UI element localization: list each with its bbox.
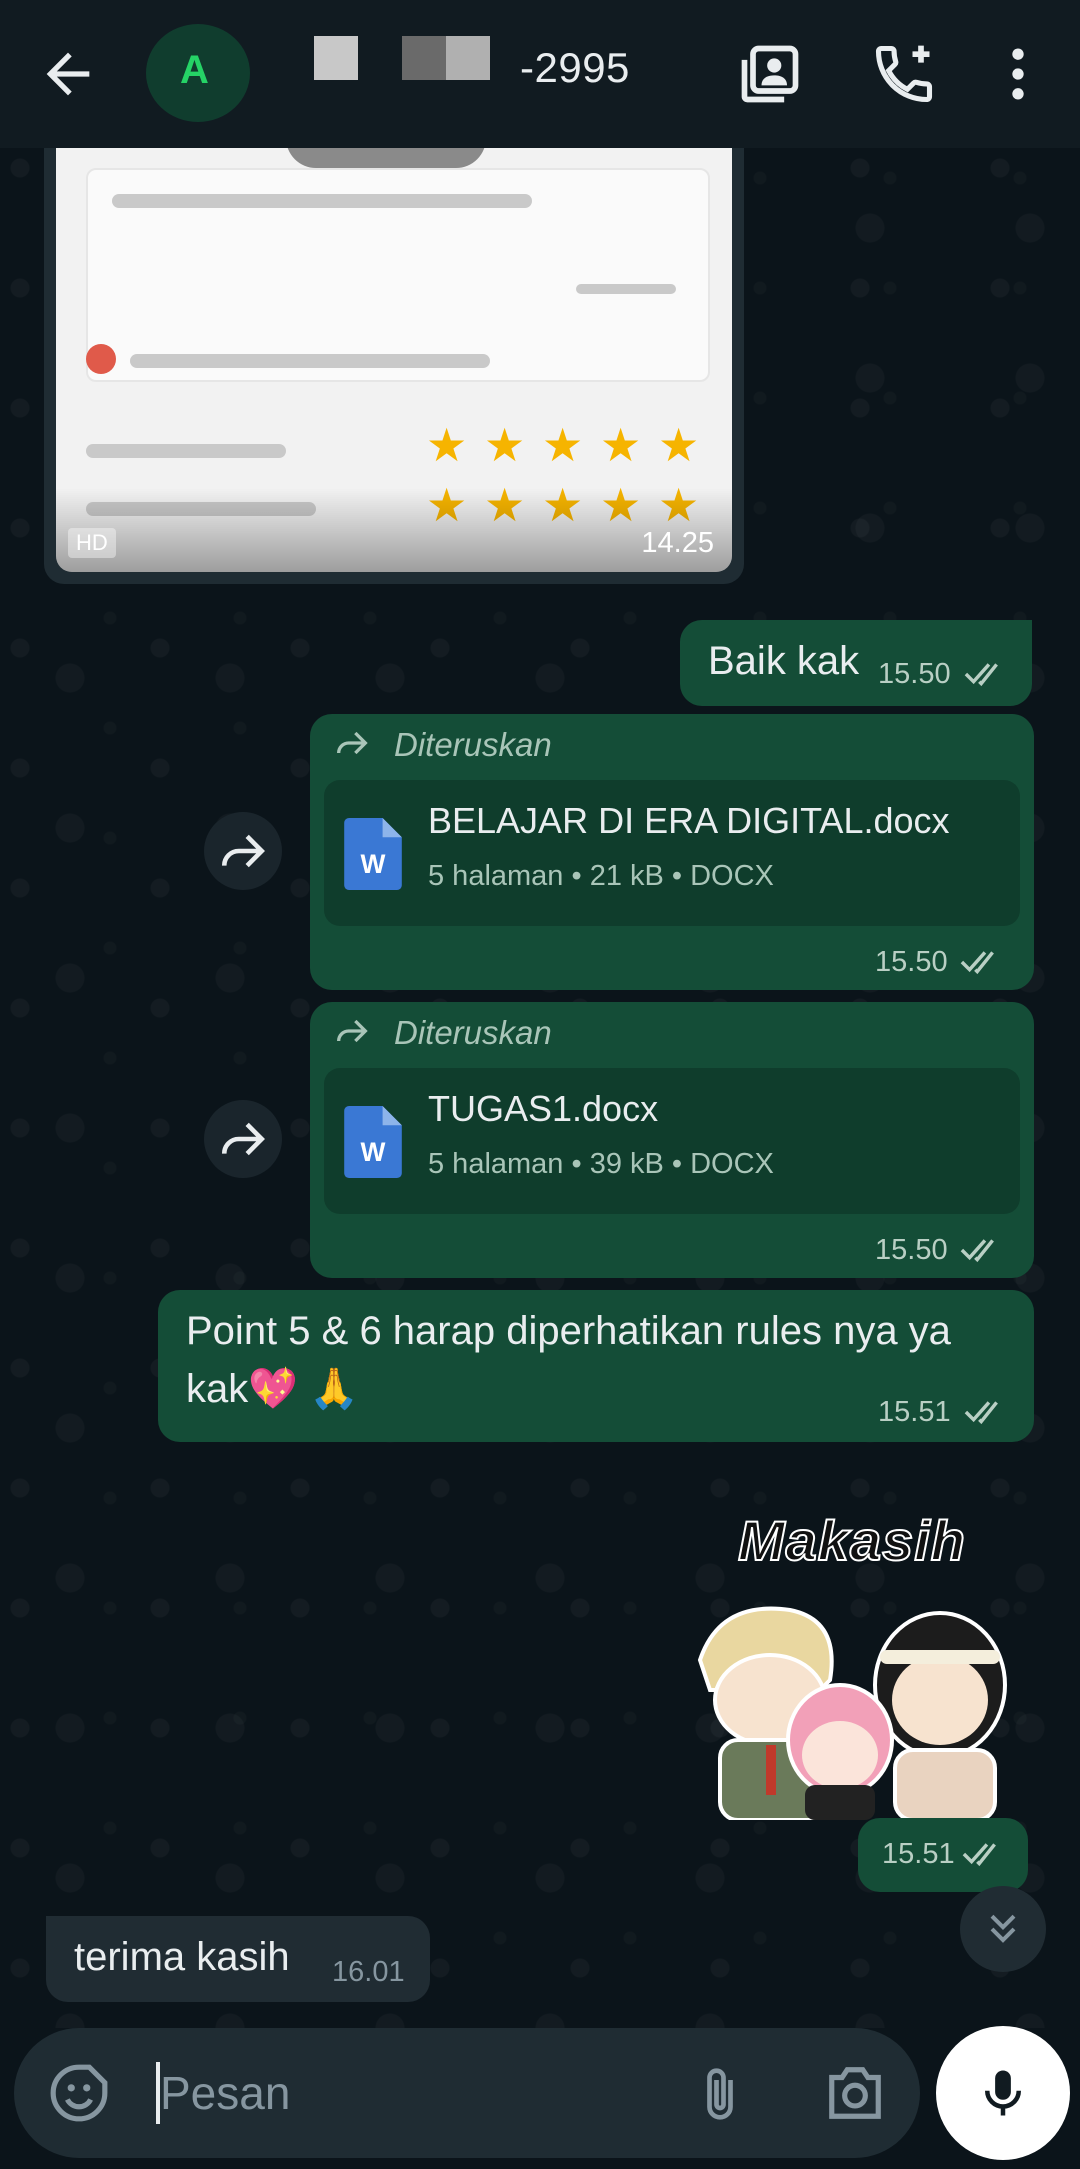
forwarded-icon xyxy=(337,731,368,755)
outgoing-message[interactable]: Baik kak 15.50 xyxy=(680,620,1032,706)
mic-icon xyxy=(985,2070,1021,2116)
voice-message-button[interactable] xyxy=(936,2026,1070,2160)
message-time: 15.51 xyxy=(878,1396,951,1428)
message-time: 16.01 xyxy=(332,1956,405,1988)
forward-icon xyxy=(221,1122,265,1156)
emoji-sticker-icon[interactable] xyxy=(48,2062,110,2124)
document-meta: 5 halaman • 39 kB • DOCX xyxy=(428,1148,774,1180)
outgoing-document-message[interactable]: Diteruskan W BELAJAR DI ERA DIGITAL.docx… xyxy=(310,714,1034,990)
message-time: 15.50 xyxy=(875,946,948,978)
forward-button[interactable] xyxy=(204,1100,282,1178)
forwarded-icon xyxy=(337,1019,368,1043)
message-time: 15.50 xyxy=(875,1234,948,1266)
sticker-message[interactable]: Makasih xyxy=(680,1500,1030,1830)
outgoing-document-message[interactable]: Diteruskan W TUGAS1.docx 5 halaman • 39 … xyxy=(310,1002,1034,1278)
double-check-icon xyxy=(964,1401,998,1425)
double-check-icon xyxy=(960,1239,994,1263)
contact-card-icon[interactable] xyxy=(736,40,804,108)
avatar-letter: A xyxy=(180,48,209,92)
outgoing-message[interactable]: Point 5 & 6 harap diperhatikan rules nya… xyxy=(158,1290,1034,1442)
message-text-line-1: Point 5 & 6 harap diperhatikan rules nya… xyxy=(186,1309,951,1353)
forwarded-label: Diteruskan xyxy=(394,1014,552,1051)
incoming-message[interactable]: terima kasih 16.01 xyxy=(46,1916,430,2002)
hd-badge: HD xyxy=(68,528,116,558)
attach-icon[interactable] xyxy=(692,2064,748,2124)
camera-icon[interactable] xyxy=(824,2064,886,2122)
sticker-image xyxy=(697,1606,1007,1820)
double-check-icon xyxy=(962,1843,996,1867)
message-time: 15.50 xyxy=(878,658,951,690)
scroll-to-bottom-button[interactable] xyxy=(960,1886,1046,1972)
double-check-icon xyxy=(964,663,998,687)
more-vert-icon[interactable] xyxy=(984,40,1052,108)
back-arrow-icon[interactable] xyxy=(36,42,100,106)
document-name: TUGAS1.docx xyxy=(428,1088,659,1129)
double-check-icon xyxy=(960,951,994,975)
sticker-time-pill: 15.51 xyxy=(858,1818,1028,1892)
image-message[interactable]: ★ ★ ★ ★ ★ ★ ★ ★ ★ ★ HD 14.25 xyxy=(44,148,744,584)
chat-header: A -2995 xyxy=(0,0,1080,148)
document-card[interactable]: W BELAJAR DI ERA DIGITAL.docx 5 halaman … xyxy=(324,780,1020,926)
message-time: 14.25 xyxy=(641,527,714,559)
svg-text:W: W xyxy=(361,1137,386,1167)
word-doc-icon: W xyxy=(344,1106,402,1178)
chevron-double-down-icon xyxy=(990,1914,1016,1943)
message-text: Baik kak xyxy=(708,639,860,683)
message-input[interactable]: Pesan xyxy=(160,2066,290,2120)
forward-icon xyxy=(221,834,265,868)
avatar[interactable]: A xyxy=(146,24,250,122)
message-text: terima kasih xyxy=(74,1935,290,1979)
word-doc-icon: W xyxy=(344,818,402,890)
document-name: BELAJAR DI ERA DIGITAL.docx xyxy=(428,800,950,841)
add-call-icon[interactable] xyxy=(870,40,938,108)
message-time: 15.51 xyxy=(882,1838,955,1870)
document-meta: 5 halaman • 21 kB • DOCX xyxy=(428,860,774,892)
message-text-line-2: kak💖 🙏 xyxy=(186,1367,359,1411)
forward-button[interactable] xyxy=(204,812,282,890)
contact-title[interactable]: -2995 xyxy=(520,44,630,92)
message-composer[interactable]: Pesan xyxy=(14,2028,920,2158)
forwarded-label: Diteruskan xyxy=(394,726,552,763)
svg-text:W: W xyxy=(361,849,386,879)
sticker-text: Makasih xyxy=(737,1508,966,1573)
image-attachment[interactable]: ★ ★ ★ ★ ★ ★ ★ ★ ★ ★ HD 14.25 xyxy=(56,148,732,572)
document-card[interactable]: W TUGAS1.docx 5 halaman • 39 kB • DOCX xyxy=(324,1068,1020,1214)
